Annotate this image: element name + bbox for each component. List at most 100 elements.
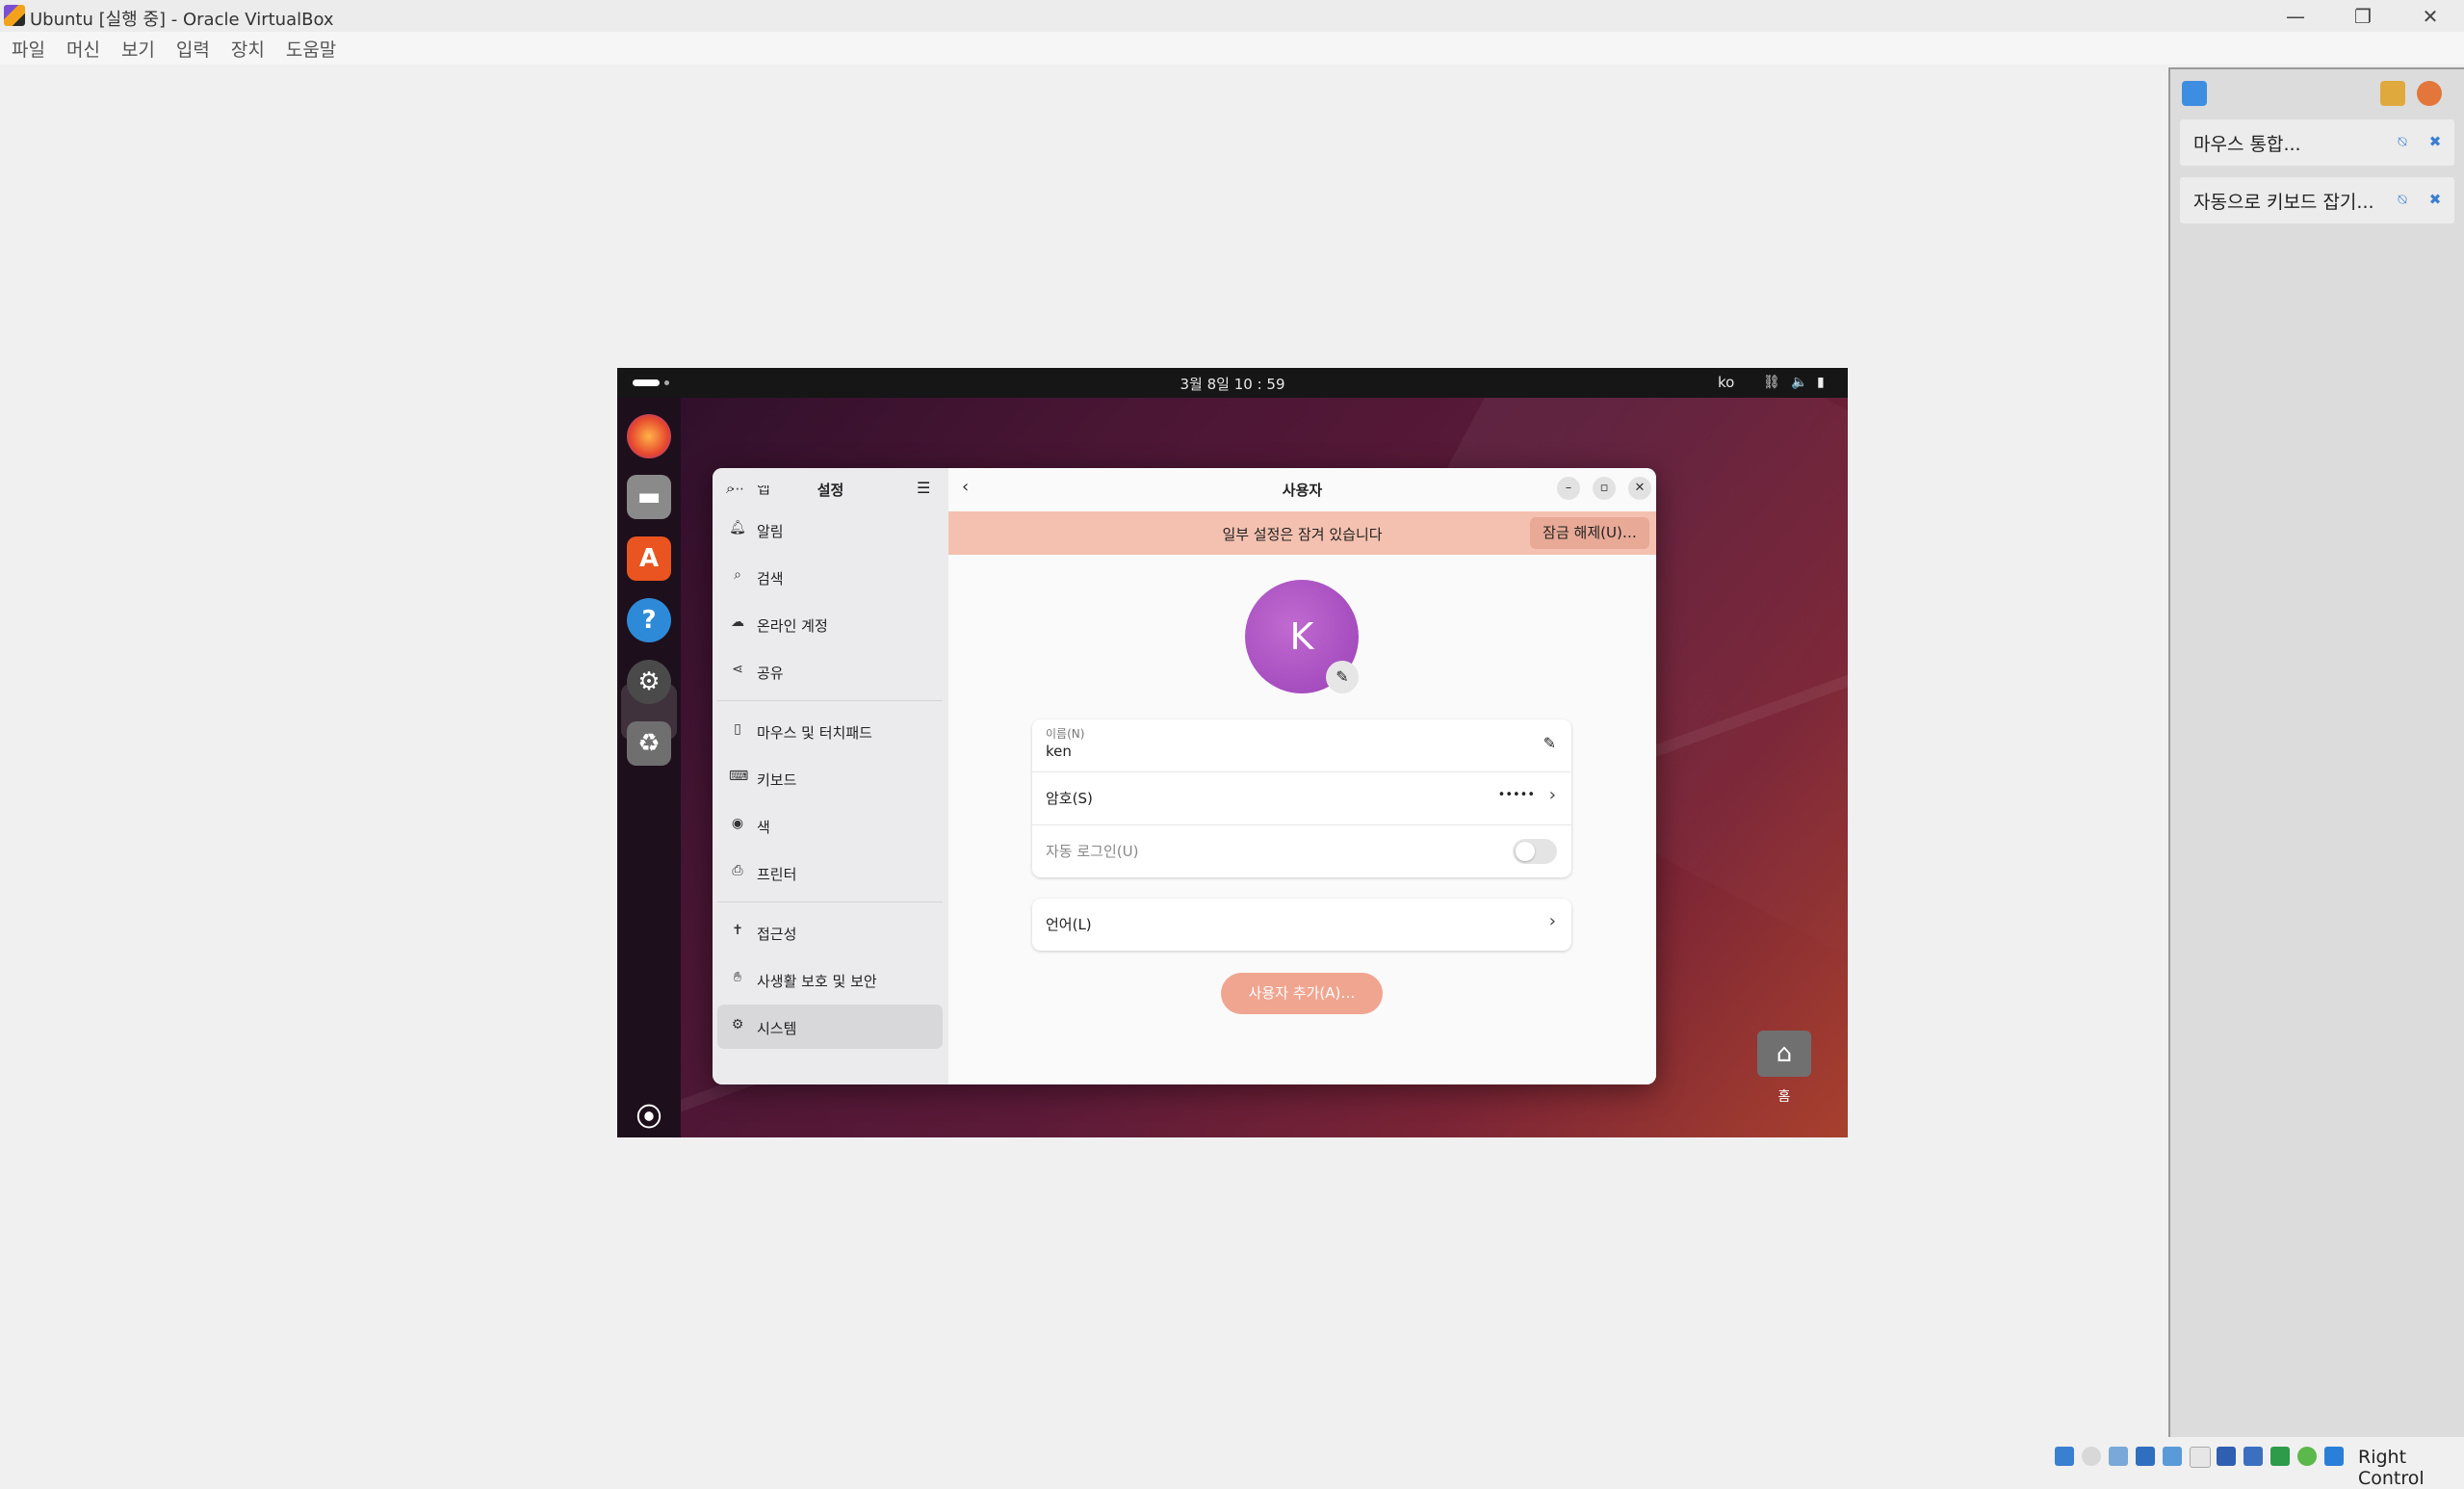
menu-machine[interactable]: 머신 bbox=[55, 32, 110, 65]
trash-icon[interactable]: ♻ bbox=[627, 721, 671, 766]
settings-main-panel: ‹ 사용자 – ▫ ✕ 일부 설정은 잠겨 있습니다 잠금 해제(U)… K ✎… bbox=[948, 468, 1656, 1084]
menu-view[interactable]: 보기 bbox=[110, 32, 165, 65]
sort-icon[interactable] bbox=[2380, 81, 2405, 106]
accessibility-icon: ✝ bbox=[732, 923, 743, 938]
name-caption: 이름(N) bbox=[1046, 727, 1085, 741]
menu-file[interactable]: 파일 bbox=[0, 32, 55, 65]
optical-drive-icon[interactable] bbox=[2082, 1447, 2101, 1466]
mute-icon[interactable]: ⍉ bbox=[2394, 133, 2411, 150]
autologin-row: 자동 로그인(U) bbox=[1032, 825, 1571, 877]
window-minimize-button[interactable]: – bbox=[1557, 477, 1580, 500]
sidebar-item-label: 알림 bbox=[757, 523, 784, 540]
hard-disk-icon[interactable] bbox=[2055, 1447, 2074, 1466]
unlock-button[interactable]: 잠금 해제(U)… bbox=[1530, 517, 1649, 549]
notification-mouse-integration[interactable]: 마우스 통합... ⍉ ✖ bbox=[2180, 119, 2454, 166]
shared-folders-icon[interactable] bbox=[2190, 1447, 2211, 1468]
cloud-icon: ☁ bbox=[731, 614, 744, 630]
home-folder-label: 홈 bbox=[1777, 1089, 1791, 1105]
power-icon[interactable]: ▮ bbox=[1817, 375, 1825, 390]
sidebar-item-privacy[interactable]: ✋︎ 사생활 보호 및 보안 bbox=[717, 957, 943, 1002]
host-key-label: Right Control bbox=[2358, 1447, 2425, 1489]
show-apps-icon[interactable]: ⦿ bbox=[627, 1093, 671, 1137]
sidebar-item-label: 사생활 보호 및 보안 bbox=[757, 973, 877, 990]
autologin-toggle[interactable] bbox=[1513, 839, 1557, 864]
autologin-label: 자동 로그인(U) bbox=[1046, 843, 1139, 860]
help-icon[interactable]: ? bbox=[627, 598, 671, 642]
app-center-icon[interactable]: A bbox=[627, 536, 671, 581]
share-icon: ⋖ bbox=[732, 662, 743, 677]
password-label: 암호(S) bbox=[1046, 790, 1093, 807]
name-row: 이름(N) ken ✎ bbox=[1032, 719, 1571, 771]
password-row[interactable]: 암호(S) ••••• › bbox=[1032, 772, 1571, 824]
hand-icon: ✋︎ bbox=[734, 970, 741, 985]
input-language[interactable]: ko bbox=[1718, 374, 1734, 391]
menu-help[interactable]: 도움말 bbox=[274, 32, 346, 65]
sidebar-item-sharing[interactable]: ⋖ 공유 bbox=[717, 649, 943, 693]
search-icon: ⌕ bbox=[734, 567, 741, 583]
sidebar-item-color[interactable]: ◉ 색 bbox=[717, 803, 943, 848]
sidebar-item-label: 공유 bbox=[757, 665, 784, 682]
edit-name-pencil-icon[interactable]: ✎ bbox=[1543, 734, 1556, 752]
sidebar-item-label: 마우스 및 터치패드 bbox=[757, 724, 872, 742]
account-details-card: 이름(N) ken ✎ 암호(S) ••••• › 자동 로그인(U) bbox=[1032, 719, 1571, 877]
keyboard-icon: ⌨ bbox=[729, 769, 749, 784]
sidebar-item-keyboard[interactable]: ⌨ 키보드 bbox=[717, 756, 943, 800]
settings-window: ⌕ 설정 ☰ ⋯ 앱 🔔︎ 알림 ⌕ 검색 ☁ 온라인 계정 ⋖ 공유 ▯ 마우… bbox=[713, 468, 1656, 1084]
vm-screen[interactable]: 3월 8일 10 : 59 ko ⛓ 🔈 ▮ ▬ A ? ⚙ ♻ ⦿ ⌂ 홈 ⌕… bbox=[617, 368, 1848, 1137]
sidebar-item-system[interactable]: ⚙ 시스템 bbox=[717, 1005, 943, 1049]
minimize-button[interactable]: — bbox=[2262, 0, 2329, 32]
language-label: 언어(L) bbox=[1046, 916, 1092, 933]
bell-icon: 🔔︎ bbox=[729, 520, 746, 536]
locked-banner: 일부 설정은 잠겨 있습니다 잠금 해제(U)… bbox=[948, 511, 1656, 555]
sidebar-item-label: 접근성 bbox=[757, 926, 797, 943]
add-user-button[interactable]: 사용자 추가(A)… bbox=[1221, 973, 1383, 1014]
sidebar-item-online-accounts[interactable]: ☁ 온라인 계정 bbox=[717, 602, 943, 646]
window-maximize-button[interactable]: ▫ bbox=[1593, 477, 1616, 500]
volume-icon[interactable]: 🔈 bbox=[1791, 375, 1807, 390]
page-title: 사용자 bbox=[1282, 482, 1323, 499]
sidebar-item-label: 검색 bbox=[757, 570, 784, 588]
language-card[interactable]: 언어(L) › bbox=[1032, 899, 1571, 951]
gear-icon: ⚙ bbox=[731, 1017, 744, 1032]
gnome-top-bar: 3월 8일 10 : 59 ko ⛓ 🔈 ▮ bbox=[617, 368, 1848, 398]
window-close-button[interactable]: ✕ bbox=[1628, 477, 1651, 500]
chevron-right-icon: › bbox=[1548, 911, 1556, 931]
mouse-icon: ▯ bbox=[734, 721, 741, 737]
close-button[interactable]: ✕ bbox=[2397, 0, 2464, 32]
cpu-icon[interactable] bbox=[2270, 1447, 2290, 1466]
sidebar-item-notifications[interactable]: 🔔︎ 알림 bbox=[717, 508, 943, 552]
sidebar-item-accessibility[interactable]: ✝ 접근성 bbox=[717, 910, 943, 954]
clock[interactable]: 3월 8일 10 : 59 bbox=[617, 374, 1848, 394]
firefox-icon[interactable] bbox=[627, 414, 671, 458]
color-icon: ◉ bbox=[731, 816, 744, 831]
audio-icon[interactable] bbox=[2109, 1447, 2128, 1466]
usb-icon[interactable] bbox=[2163, 1447, 2182, 1466]
mute-icon[interactable]: ⍉ bbox=[2394, 191, 2411, 208]
sidebar-item-search[interactable]: ⌕ 검색 bbox=[717, 555, 943, 599]
notification-center: 마우스 통합... ⍉ ✖ 자동으로 키보드 잡기... ⍉ ✖ bbox=[2168, 67, 2464, 1437]
home-folder-icon[interactable]: ⌂ bbox=[1757, 1031, 1811, 1077]
dismiss-all-icon[interactable] bbox=[2417, 81, 2442, 106]
sidebar-item-mouse[interactable]: ▯ 마우스 및 터치패드 bbox=[717, 709, 943, 753]
keyboard-capture-icon[interactable] bbox=[2324, 1447, 2344, 1466]
name-value: ken bbox=[1046, 743, 1072, 760]
notification-keyboard-capture[interactable]: 자동으로 키보드 잡기... ⍉ ✖ bbox=[2180, 177, 2454, 223]
maximize-button[interactable]: ❐ bbox=[2329, 0, 2397, 32]
settings-icon[interactable]: ⚙ bbox=[627, 660, 671, 704]
display-icon[interactable] bbox=[2217, 1447, 2236, 1466]
network-icon[interactable] bbox=[2136, 1447, 2155, 1466]
mouse-integration-icon[interactable] bbox=[2297, 1447, 2317, 1466]
menu-input[interactable]: 입력 bbox=[165, 32, 220, 65]
files-icon[interactable]: ▬ bbox=[627, 475, 671, 519]
network-icon[interactable]: ⛓ bbox=[1763, 375, 1780, 390]
sidebar-item-printers[interactable]: ⎙ 프린터 bbox=[717, 850, 943, 895]
close-notification-icon[interactable]: ✖ bbox=[2426, 191, 2444, 208]
recording-icon[interactable] bbox=[2244, 1447, 2263, 1466]
sidebar-item-label: 시스템 bbox=[757, 1020, 797, 1037]
settings-sidebar: ⌕ 설정 ☰ ⋯ 앱 🔔︎ 알림 ⌕ 검색 ☁ 온라인 계정 ⋖ 공유 ▯ 마우… bbox=[713, 468, 949, 1084]
edit-avatar-pencil-icon[interactable]: ✎ bbox=[1326, 661, 1359, 693]
virtualbox-logo-icon bbox=[4, 5, 25, 26]
close-notification-icon[interactable]: ✖ bbox=[2426, 133, 2444, 150]
sidebar-item-label: 색 bbox=[757, 819, 770, 836]
menu-devices[interactable]: 장치 bbox=[220, 32, 274, 65]
